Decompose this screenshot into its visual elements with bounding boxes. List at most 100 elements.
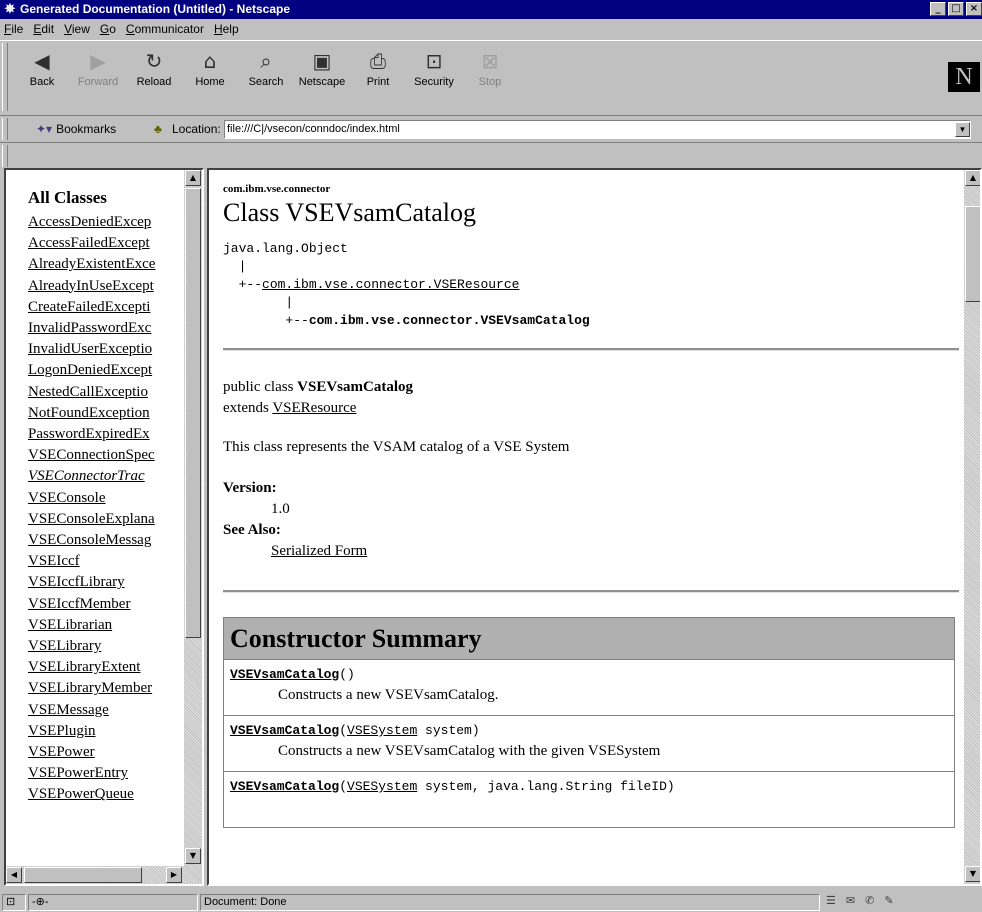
bookmarks-button[interactable]: ✦▾ Bookmarks <box>36 120 116 138</box>
package-name: com.ibm.vse.connector <box>223 183 331 195</box>
class-link[interactable]: VSEMessage <box>28 700 188 721</box>
class-link[interactable]: VSELibraryMember <box>28 678 188 699</box>
class-link[interactable]: InvalidPasswordExc <box>28 318 188 339</box>
menu-view[interactable]: View <box>64 22 90 36</box>
class-link[interactable]: PasswordExpiredEx <box>28 424 188 445</box>
sig-close: ) <box>471 723 480 738</box>
location-input[interactable]: file:///C|/vsecon/conndoc/index.html <box>224 120 971 139</box>
constructor-link[interactable]: VSEVsamCatalog <box>230 723 339 738</box>
close-button[interactable]: × <box>966 2 982 16</box>
left-horizontal-scrollbar[interactable]: ◀ ▶ <box>6 866 202 884</box>
class-link[interactable]: VSELibrary <box>28 636 188 657</box>
class-list-frame: All Classes AccessDeniedExcep AccessFaile… <box>4 168 204 886</box>
forward-button[interactable]: ▶ Forward <box>70 40 126 112</box>
menu-go[interactable]: Go <box>100 22 116 36</box>
status-bar: ⊡ -⊕- Document: Done ☰ ✉ ✆ ✎ <box>0 892 982 912</box>
class-link[interactable]: VSEIccfLibrary <box>28 572 188 593</box>
doc-vertical-scrollbar[interactable]: ▲ ▼ <box>964 170 980 884</box>
home-button[interactable]: ⌂ Home <box>182 40 238 112</box>
class-link[interactable]: VSEIccfMember <box>28 594 188 615</box>
class-documentation: com.ibm.vse.connector Class VSEVsamCatal… <box>223 180 959 828</box>
decl-prefix: public class <box>223 379 298 395</box>
composer-icon[interactable]: ✎ <box>884 894 893 907</box>
location-label: Location: <box>172 122 221 136</box>
personal-grip[interactable] <box>2 145 8 167</box>
constructor-description: Constructs a new VSEVsamCatalog. <box>278 687 499 703</box>
scroll-up-button[interactable]: ▲ <box>185 170 201 186</box>
class-link[interactable]: VSEIccf <box>28 551 188 572</box>
search-icon: ⌕ <box>260 49 272 73</box>
constructor-link[interactable]: VSEVsamCatalog <box>230 667 339 682</box>
class-link[interactable]: AlreadyExistentExce <box>28 254 188 275</box>
class-link[interactable]: CreateFailedExcepti <box>28 297 188 318</box>
menu-edit[interactable]: Edit <box>33 22 54 36</box>
discussion-icon[interactable]: ✆ <box>865 894 874 907</box>
class-link[interactable]: VSEPlugin <box>28 721 188 742</box>
back-arrow-icon: ◀ <box>34 49 50 73</box>
back-button[interactable]: ◀ Back <box>14 40 70 112</box>
hierarchy-parent-link[interactable]: com.ibm.vse.connector.VSEResource <box>262 277 519 292</box>
class-link[interactable]: AccessDeniedExcep <box>28 212 188 233</box>
extends-link[interactable]: VSEResource <box>272 400 356 416</box>
sig-open: ( <box>339 667 348 682</box>
hierarchy-arrow-2: +-- <box>285 313 309 328</box>
class-link[interactable]: InvalidUserExceptio <box>28 339 188 360</box>
class-link[interactable]: VSELibraryExtent <box>28 657 188 678</box>
personal-toolbar <box>0 142 982 168</box>
class-link[interactable]: VSEConsoleExplana <box>28 509 188 530</box>
left-vertical-scrollbar[interactable]: ▲ ▼ <box>184 170 202 866</box>
netscape-button[interactable]: ▣ Netscape <box>294 40 350 112</box>
hierarchy-current: com.ibm.vse.connector.VSEVsamCatalog <box>308 313 590 328</box>
minimize-button[interactable]: _ <box>930 2 946 16</box>
class-link[interactable]: VSEConsoleMessag <box>28 530 188 551</box>
mail-icon[interactable]: ✉ <box>846 894 855 907</box>
doc-scroll-up-button[interactable]: ▲ <box>965 170 980 186</box>
location-grip[interactable] <box>2 118 8 140</box>
class-link[interactable]: AlreadyInUseExcept <box>28 276 188 297</box>
print-button[interactable]: ⎙ Print <box>350 40 406 112</box>
reload-button[interactable]: ↻ Reload <box>126 40 182 112</box>
forward-label: Forward <box>77 76 119 88</box>
class-link[interactable]: LogonDeniedExcept <box>28 360 188 381</box>
hierarchy-bar: | <box>238 259 247 274</box>
class-link[interactable]: AccessFailedExcept <box>28 233 188 254</box>
class-link[interactable]: VSEPowerQueue <box>28 784 188 805</box>
sig-open: ( <box>339 779 348 794</box>
menu-file[interactable]: File <box>4 22 23 36</box>
toolbar-grip[interactable] <box>2 43 8 111</box>
param-type-link[interactable]: VSESystem <box>347 779 417 794</box>
menu-communicator[interactable]: Communicator <box>126 22 204 36</box>
page-proxy-icon[interactable]: ♣ <box>154 120 162 138</box>
netscape-logo[interactable]: N <box>948 62 980 92</box>
doc-scroll-down-button[interactable]: ▼ <box>965 866 980 882</box>
constructor-link[interactable]: VSEVsamCatalog <box>230 779 339 794</box>
class-link[interactable]: NestedCallExceptio <box>28 382 188 403</box>
scroll-right-button[interactable]: ▶ <box>166 867 182 883</box>
scroll-left-button[interactable]: ◀ <box>6 867 22 883</box>
security-button[interactable]: ⊡ Security <box>406 40 462 112</box>
class-link[interactable]: VSEPower <box>28 742 188 763</box>
hscroll-thumb[interactable] <box>24 867 142 883</box>
class-link[interactable]: NotFoundException <box>28 403 188 424</box>
print-label: Print <box>366 76 390 88</box>
class-link[interactable]: VSELibrarian <box>28 615 188 636</box>
class-link[interactable]: VSEConnectionSpec <box>28 445 188 466</box>
class-doc-frame: com.ibm.vse.connector Class VSEVsamCatal… <box>207 168 982 886</box>
search-button[interactable]: ⌕ Search <box>238 40 294 112</box>
doc-scroll-thumb[interactable] <box>965 206 980 302</box>
security-status-icon[interactable]: ⊡ <box>2 894 26 911</box>
scroll-thumb[interactable] <box>185 188 201 638</box>
netscape-icon: ▣ <box>312 49 332 73</box>
serialized-form-link[interactable]: Serialized Form <box>271 543 367 559</box>
location-dropdown-button[interactable]: ▼ <box>955 122 970 137</box>
scroll-down-button[interactable]: ▼ <box>185 848 201 864</box>
menu-help[interactable]: Help <box>214 22 239 36</box>
maximize-button[interactable]: □ <box>948 2 964 16</box>
stop-button[interactable]: ⊠ Stop <box>462 40 518 112</box>
class-link[interactable]: VSEConnectorTrac <box>28 466 188 487</box>
navigator-icon[interactable]: ☰ <box>826 894 836 907</box>
title-bar: ✵ Generated Documentation (Untitled) - N… <box>0 0 982 19</box>
class-link[interactable]: VSEConsole <box>28 488 188 509</box>
class-link[interactable]: VSEPowerEntry <box>28 763 188 784</box>
param-type-link[interactable]: VSESystem <box>347 723 417 738</box>
